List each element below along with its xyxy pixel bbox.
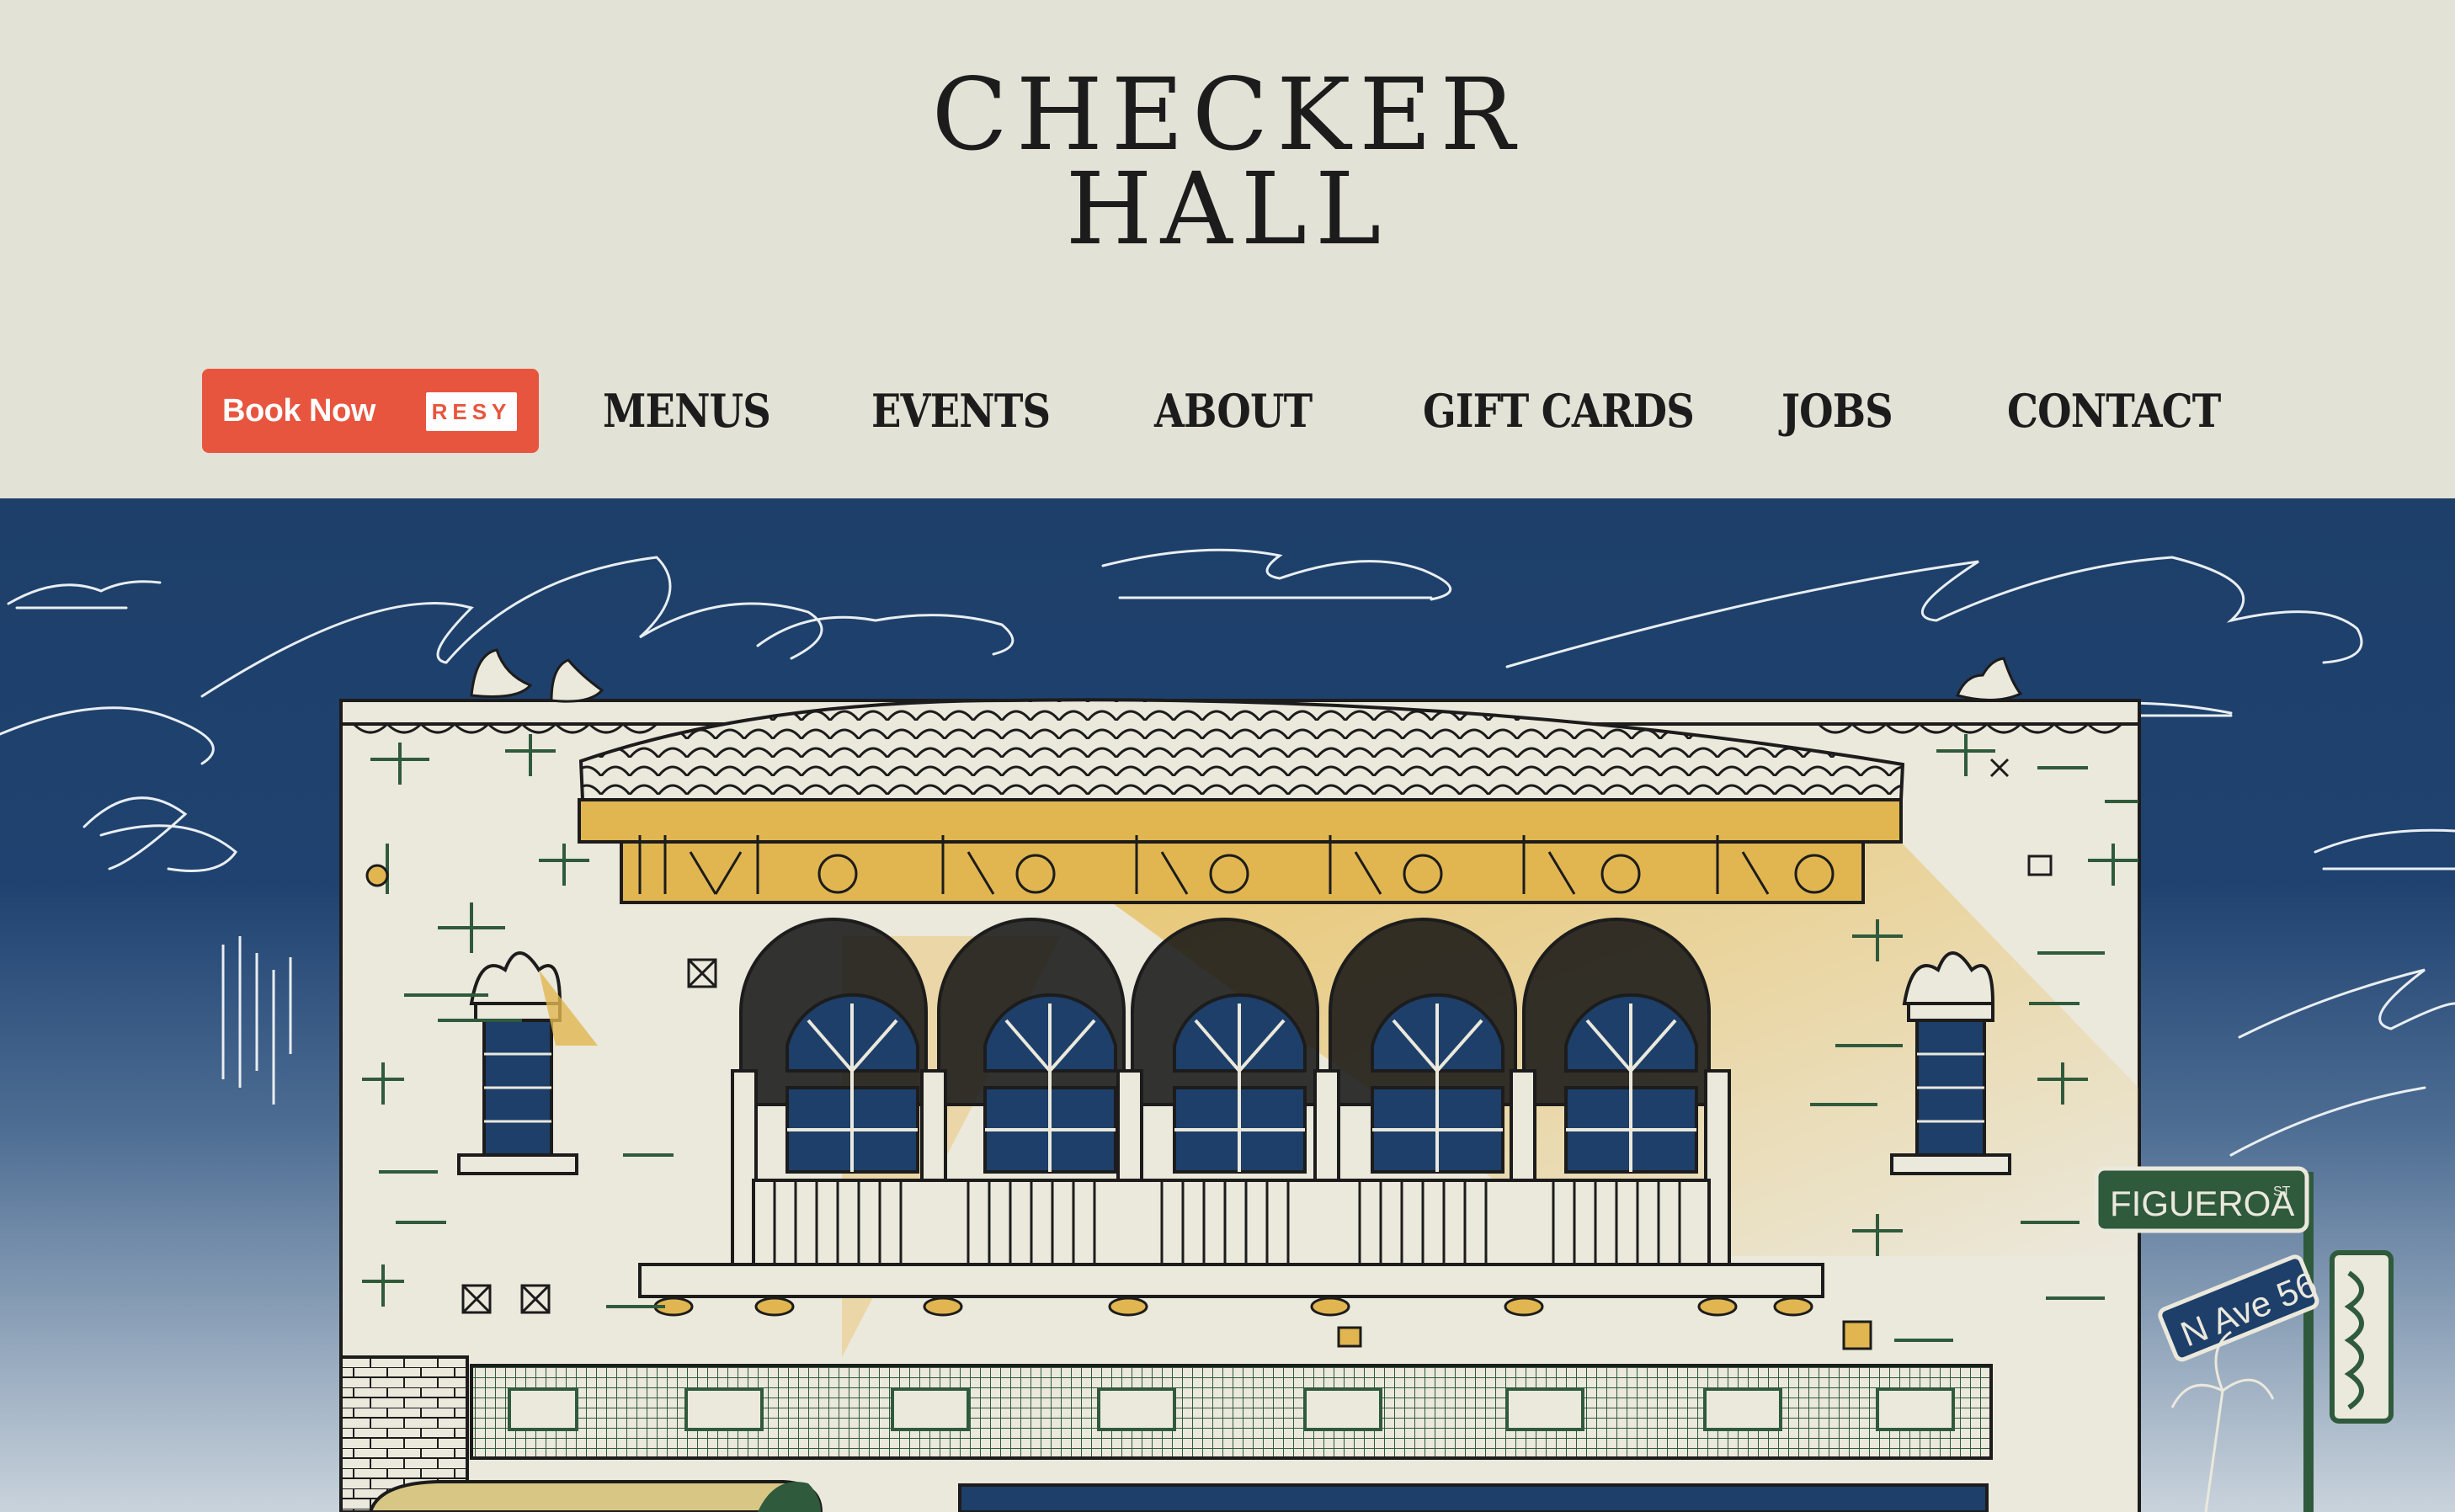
street-sign-figueroa-suffix: ST (2273, 1185, 2291, 1199)
book-now-label: Book Now (222, 392, 375, 429)
nav-jobs[interactable]: JOBS (1781, 384, 1893, 438)
site-header: CHECKER HALL Book Now RESY MENUS EVENTS … (0, 0, 2455, 498)
main-nav: Book Now RESY MENUS EVENTS ABOUT GIFT CA… (0, 367, 2455, 455)
street-sign-figueroa: FIGUEROA (2110, 1184, 2294, 1223)
nav-menus[interactable]: MENUS (603, 384, 771, 438)
brand-logo[interactable]: CHECKER HALL (0, 56, 2455, 267)
nav-gift-cards[interactable]: GIFT CARDS (1423, 384, 1695, 438)
logo-line-2: HALL (1065, 151, 1390, 267)
resy-logo: RESY (426, 392, 517, 431)
book-now-button[interactable]: Book Now RESY (202, 369, 539, 453)
hero-illustration: FIGUEROA ST N Ave 56 (0, 498, 2455, 1512)
building (339, 698, 2141, 1512)
nav-events[interactable]: EVENTS (871, 384, 1051, 438)
nav-contact[interactable]: CONTACT (2007, 384, 2221, 438)
logo-line-1: CHECKER (931, 56, 1524, 173)
nav-about[interactable]: ABOUT (1154, 384, 1313, 438)
